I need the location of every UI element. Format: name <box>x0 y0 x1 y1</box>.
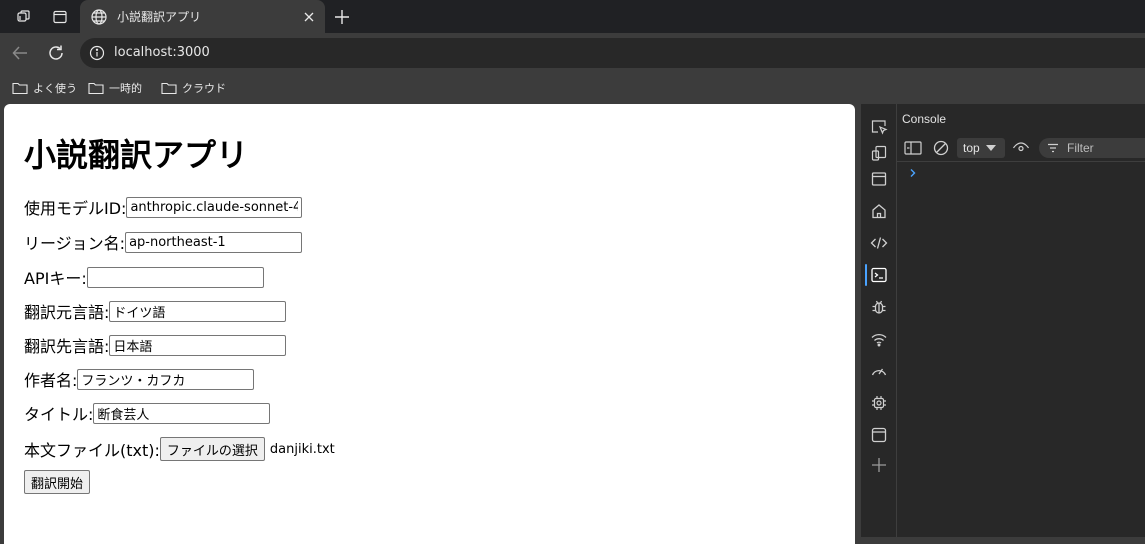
author-row: 作者名: <box>24 368 255 390</box>
choose-file-button[interactable]: ファイルの選択 <box>159 437 265 461</box>
url-text: localhost:3000 <box>114 45 210 60</box>
bookmark-folder-0[interactable]: よく使う <box>12 79 77 97</box>
folder-icon <box>88 82 104 95</box>
js-context-value: top <box>963 141 980 155</box>
workspaces-icon[interactable] <box>11 4 37 30</box>
tab-title: 小説翻訳アプリ <box>117 10 202 24</box>
sources-bug-icon[interactable] <box>868 296 890 318</box>
devtools-activity-bar <box>861 104 897 537</box>
memory-chip-icon[interactable] <box>868 392 890 414</box>
network-wifi-icon[interactable] <box>868 328 890 350</box>
console-tab-title[interactable]: Console <box>902 112 946 126</box>
bookmark-label: 一時的 <box>109 82 142 95</box>
page-title: 小説翻訳アプリ <box>24 136 249 174</box>
home-icon[interactable] <box>868 200 890 222</box>
vertical-tabs-icon[interactable] <box>47 4 73 30</box>
elements-code-icon[interactable] <box>868 232 890 254</box>
inspect-element-icon[interactable] <box>868 116 890 138</box>
globe-icon <box>90 8 108 26</box>
address-bar[interactable]: localhost:3000 <box>80 38 1145 68</box>
welcome-panel-icon[interactable] <box>868 168 890 190</box>
live-expression-eye-icon[interactable] <box>1011 138 1031 158</box>
back-arrow-icon[interactable] <box>8 41 32 65</box>
api-key-row: APIキー: <box>24 266 264 288</box>
author-input[interactable] <box>77 368 255 390</box>
bookmark-folder-2[interactable]: クラウド <box>161 79 226 97</box>
devtools-panel: Console top Filter <box>861 104 1145 537</box>
region-row: リージョン名: <box>24 231 303 253</box>
api-key-label: APIキー: <box>24 269 87 288</box>
bookmark-label: クラウド <box>182 82 226 95</box>
console-prompt-icon[interactable] <box>907 164 919 177</box>
js-context-selector[interactable]: top <box>957 138 1005 158</box>
performance-gauge-icon[interactable] <box>868 360 890 382</box>
close-tab-icon[interactable] <box>301 9 317 25</box>
device-emulation-icon[interactable] <box>868 142 890 164</box>
target-lang-row: 翻訳先言語: <box>24 334 287 356</box>
title-label: タイトル: <box>24 405 94 424</box>
target-lang-input[interactable] <box>109 334 287 356</box>
selected-filename: danjiki.txt <box>269 441 335 457</box>
console-filter-input[interactable]: Filter <box>1039 138 1145 158</box>
title-input[interactable] <box>93 402 271 424</box>
author-label: 作者名: <box>24 371 78 390</box>
browser-toolbar: localhost:3000 <box>0 33 1145 73</box>
target-lang-label: 翻訳先言語: <box>24 337 110 356</box>
file-row: 本文ファイル(txt): ファイルの選択 danjiki.txt <box>24 436 335 462</box>
folder-icon <box>161 82 177 95</box>
clear-console-icon[interactable] <box>931 138 951 158</box>
model-id-row: 使用モデルID: <box>24 196 303 218</box>
console-toolbar: top Filter <box>897 134 1145 162</box>
site-info-icon[interactable] <box>88 44 106 62</box>
dropdown-arrow-icon <box>985 145 996 151</box>
region-input[interactable] <box>125 231 303 253</box>
folder-icon <box>12 82 28 95</box>
model-id-label: 使用モデルID: <box>24 199 127 218</box>
reload-icon[interactable] <box>44 41 68 65</box>
bookmark-label: よく使う <box>33 82 77 95</box>
filter-icon <box>1048 143 1058 153</box>
source-lang-label: 翻訳元言語: <box>24 303 110 322</box>
model-id-input[interactable] <box>126 196 303 218</box>
sidebar-toggle-icon[interactable] <box>903 138 923 158</box>
filter-placeholder: Filter <box>1067 141 1094 155</box>
more-tools-plus-icon[interactable] <box>868 454 890 476</box>
active-tab[interactable]: 小説翻訳アプリ <box>80 0 325 33</box>
title-row: タイトル: <box>24 402 271 424</box>
active-tool-indicator <box>865 264 867 286</box>
bookmark-folder-1[interactable]: 一時的 <box>88 79 142 97</box>
console-icon[interactable] <box>868 264 890 286</box>
web-page: 小説翻訳アプリ 使用モデルID: リージョン名: APIキー: 翻訳元言語: 翻… <box>4 104 855 544</box>
bookmarks-bar: よく使う 一時的 クラウド <box>0 73 1145 104</box>
tab-strip: 小説翻訳アプリ <box>0 0 1145 33</box>
api-key-input[interactable] <box>86 266 264 288</box>
start-translation-button[interactable]: 翻訳開始 <box>24 470 91 494</box>
source-lang-input[interactable] <box>109 300 287 322</box>
new-tab-button[interactable] <box>330 5 354 29</box>
application-panel-icon[interactable] <box>868 424 890 446</box>
source-lang-row: 翻訳元言語: <box>24 300 287 322</box>
region-label: リージョン名: <box>24 234 126 253</box>
file-label: 本文ファイル(txt): <box>24 441 160 460</box>
